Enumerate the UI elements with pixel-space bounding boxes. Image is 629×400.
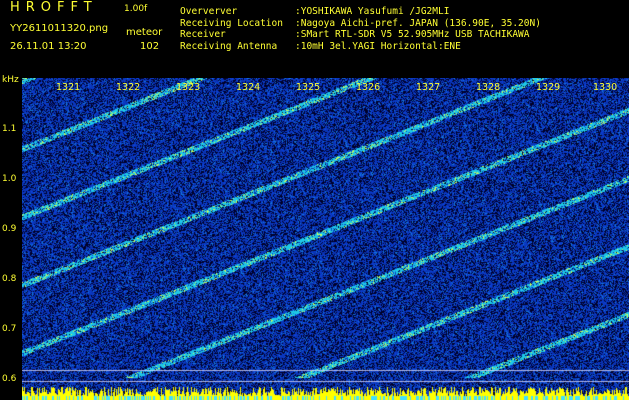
x-tick-label: 1324 [236,82,261,93]
info-row-receiver: Receiver :SMart RTL-SDR V5 52.905MHz USB… [180,28,541,40]
info-value: :Nagoya Aichi-pref. JAPAN (136.90E, 35.2… [295,17,541,29]
info-key: Receiving Location [180,17,283,29]
info-value: :10mH 3el.YAGI Horizontal:ENE [295,40,461,52]
y-tick-label: 0.9 [2,224,17,234]
info-row-location: Receiving Location :Nagoya Aichi-pref. J… [180,17,541,29]
info-row-antenna: Receiving Antenna :10mH 3el.YAGI Horizon… [180,40,541,52]
y-tick-label: 0.6 [2,374,17,384]
x-tick-label: 1322 [116,82,141,93]
waterfall-canvas[interactable] [22,78,629,400]
y-tick-label: 0.7 [2,324,17,334]
x-tick-label: 1321 [56,82,81,93]
detection-count: 102 [140,41,160,52]
info-value: :SMart RTL-SDR V5 52.905MHz USB TACHIKAW… [295,29,530,40]
mode-label: meteor [126,27,163,38]
waterfall-spectrogram[interactable] [22,78,629,400]
datetime-label: 26.11.01 13:20 [10,41,87,52]
x-tick-label: 1327 [416,82,441,93]
version-label: 1.00f [124,4,148,14]
x-tick-label: 1329 [536,82,561,93]
y-tick-label: 0.8 [2,274,17,284]
station-info: Oververver :YOSHIKAWA Yasufumi /JG2MLI R… [180,5,541,52]
x-tick-label: 1325 [296,82,321,93]
info-value: :YOSHIKAWA Yasufumi /JG2MLI [295,6,450,17]
info-key: Receiving Antenna [180,40,278,52]
x-tick-label: 1323 [176,82,201,93]
info-key: Oververver [180,6,238,17]
info-key: Receiver [180,29,226,40]
filename-label: YY2611011320.png [10,23,109,34]
app-title: HROFFT [10,0,98,15]
x-tick-label: 1328 [476,82,501,93]
info-row-observer: Oververver :YOSHIKAWA Yasufumi /JG2MLI [180,5,541,17]
x-tick-label: 1326 [356,82,381,93]
x-tick-label: 1330 [593,82,618,93]
y-tick-label: 1.0 [2,174,17,184]
y-axis-unit: kHz [2,75,19,85]
y-tick-label: 1.1 [2,124,17,134]
